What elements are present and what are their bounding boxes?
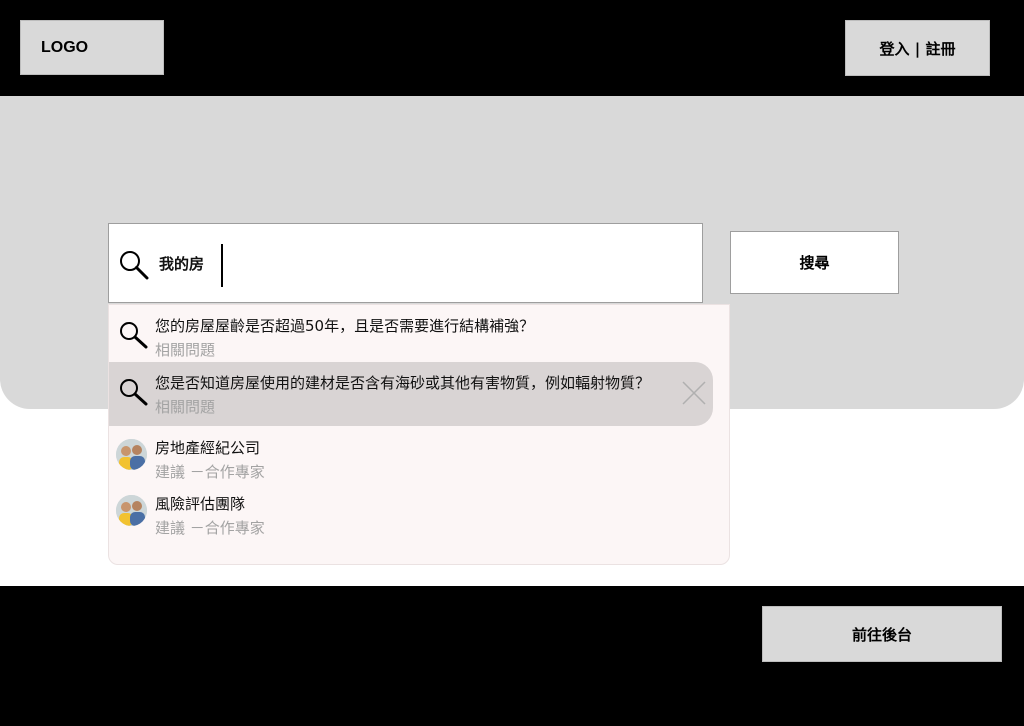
expert-name: 房地產經紀公司 [155,439,261,457]
login-register-button[interactable]: 登入 | 註冊 [845,20,990,76]
expert-item[interactable]: 房地產經紀公司 建議 －合作專家 [109,427,713,491]
go-to-backend-button[interactable]: 前往後台 [762,606,1002,662]
expert-subtitle: 建議 －合作專家 [155,519,265,537]
autocomplete-dropdown: 您的房屋屋齡是否超過50年，且是否需要進行結構補強？ 相關問題 您是否知道房屋使… [108,304,730,565]
login-register-label: 登入 | 註冊 [879,39,956,58]
suggestion-text: 您的房屋屋齡是否超過50年，且是否需要進行結構補強？ [155,317,535,335]
search-icon [119,378,149,410]
suggestion-item[interactable]: 您的房屋屋齡是否超過50年，且是否需要進行結構補強？ 相關問題 [109,305,713,369]
suggestion-subtitle: 相關問題 [155,341,216,359]
expert-name: 風險評估團隊 [155,495,246,513]
search-icon [119,321,149,353]
avatar [116,439,147,470]
logo[interactable]: LOGO [20,20,164,75]
expert-item[interactable]: 風險評估團隊 建議 －合作專家 [109,483,713,547]
text-cursor [221,244,223,287]
search-icon [119,250,151,284]
suggestion-item-highlighted[interactable]: 您是否知道房屋使用的建材是否含有海砂或其他有害物質，例如輻射物質？ 相關問題 [109,362,713,426]
suggestion-text: 您是否知道房屋使用的建材是否含有海砂或其他有害物質，例如輻射物質？ [155,374,651,392]
search-input[interactable]: 我的房 [108,223,703,303]
suggestion-subtitle: 相關問題 [155,398,216,416]
search-button-label: 搜尋 [799,254,830,272]
avatar [116,495,147,526]
search-button[interactable]: 搜尋 [730,231,899,294]
close-icon[interactable] [681,380,707,410]
go-to-backend-label: 前往後台 [851,625,912,644]
logo-label: LOGO [41,38,89,56]
search-query-text: 我的房 [159,255,205,273]
expert-subtitle: 建議 －合作專家 [155,463,265,481]
